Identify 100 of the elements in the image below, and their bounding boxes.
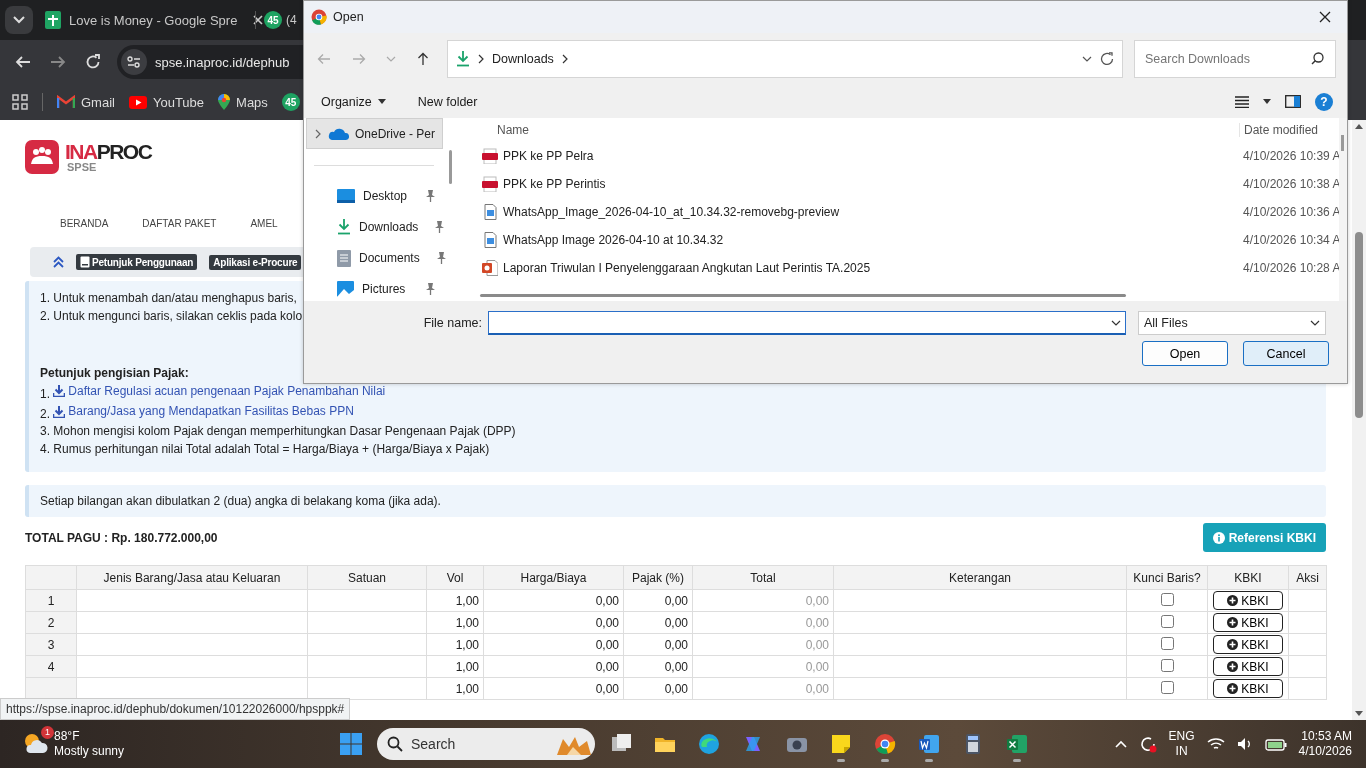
nav-pane-item[interactable]: Desktop (304, 185, 443, 207)
download-link[interactable]: Barang/Jasa yang Mendapatkan Fasilitas Bebas PPN (53, 402, 354, 421)
spreadsheet-icon (1006, 733, 1028, 755)
nav-pane-item[interactable]: Documents (304, 247, 443, 269)
table-cell: 0,00 (483, 633, 624, 656)
chevron-up-icon[interactable] (1114, 740, 1127, 748)
lock-checkbox[interactable] (1160, 592, 1174, 606)
logo-icon (25, 140, 59, 174)
table-cell: 1,00 (426, 633, 484, 656)
speaker-icon[interactable] (1236, 737, 1253, 751)
organize-menu[interactable]: Organize (321, 92, 386, 111)
help-button[interactable]: ? (1315, 92, 1333, 111)
apps-grid-icon[interactable] (12, 94, 28, 110)
language-indicator[interactable]: ENG IN (1168, 729, 1195, 759)
dialog-button[interactable]: Open (1142, 341, 1228, 366)
video-play-icon (128, 95, 147, 109)
reload-icon[interactable] (85, 54, 101, 70)
wifi-icon[interactable] (1206, 737, 1225, 751)
chevron-right-icon (478, 54, 484, 64)
column-header: Harga/Biaya (483, 565, 624, 590)
caret-icon[interactable] (1263, 99, 1271, 104)
tab-list-button[interactable] (5, 6, 33, 34)
instruction-text: 1. Untuk menambah dan/atau menghapus baris, (40, 291, 297, 305)
field-label: File name: (422, 316, 483, 330)
file-name[interactable]: WhatsApp_Image_2026-04-10_at_10.34.32-removebg-preview (503, 205, 840, 219)
site-settings-icon[interactable] (127, 56, 141, 68)
nav-link[interactable]: AMEL (250, 218, 278, 229)
image-file-icon (482, 204, 498, 220)
nav-pane-item[interactable]: Pictures (304, 278, 443, 300)
dialog-button[interactable]: Cancel (1243, 341, 1329, 366)
column-header: Aksi (1288, 565, 1327, 590)
nav-pane-item[interactable]: Downloads (304, 216, 443, 238)
pdf-file-icon (482, 176, 498, 192)
arrow-up-icon[interactable] (1355, 124, 1363, 129)
kbki-button[interactable]: KBKI (1213, 657, 1283, 676)
browser-tab[interactable]: 45 (4 (260, 5, 297, 35)
table-cell: 1,00 (426, 655, 484, 678)
file-name[interactable]: WhatsApp Image 2026-04-10 at 10.34.32 (503, 233, 724, 247)
column-header: Kunci Baris? (1126, 565, 1208, 590)
scrollbar-thumb[interactable] (1355, 232, 1363, 418)
bookmark[interactable]: Gmail (57, 94, 115, 110)
column-header: Vol (426, 565, 484, 590)
kbki-button[interactable]: KBKI (1213, 591, 1283, 610)
lock-checkbox[interactable] (1160, 658, 1174, 672)
chevron-right-icon[interactable] (315, 128, 321, 139)
help-link[interactable]: Petunjuk Penggunaan (76, 254, 198, 270)
new-folder-button[interactable]: New folder (417, 92, 478, 111)
lock-checkbox[interactable] (1160, 636, 1174, 650)
lock-checkbox[interactable] (1160, 614, 1174, 628)
list-view-icon[interactable] (1235, 95, 1249, 108)
nav-link[interactable]: DAFTAR PAKET (142, 218, 217, 229)
presentation-file-icon (482, 260, 498, 276)
refresh-icon[interactable] (1100, 52, 1114, 66)
chevron-down-icon[interactable] (1082, 56, 1092, 62)
file-name[interactable]: PPK ke PP Perintis (503, 177, 606, 191)
taskbar-search[interactable]: Search (377, 728, 595, 760)
preview-pane-icon[interactable] (1285, 95, 1301, 108)
bookmark[interactable]: YouTube (128, 94, 205, 110)
kbki-button[interactable]: KBKI (1213, 613, 1283, 632)
clock[interactable]: 10:53 AM 4/10/2026 (1298, 729, 1352, 759)
bookmark[interactable]: Maps (218, 94, 268, 110)
file-type-dropdown[interactable]: All Files (1138, 311, 1326, 335)
forward-icon[interactable] (50, 54, 66, 70)
lock-checkbox[interactable] (1160, 680, 1174, 694)
map-pin-icon (218, 94, 231, 110)
back-icon[interactable] (15, 54, 31, 70)
file-name[interactable]: Laporan Triwulan I Penyelenggaraan Angkutan Laut Perintis TA.2025 (503, 261, 871, 275)
close-icon[interactable] (253, 15, 264, 25)
column-header: Jenis Barang/Jasa atau Keluaran (76, 565, 308, 590)
browser-tab[interactable]: Love is Money - Google Spre (37, 5, 251, 35)
path-segment[interactable]: Downloads (492, 52, 554, 66)
notification-badge: 1 (41, 725, 54, 739)
table-cell: 0,00 (623, 611, 693, 634)
download-link[interactable]: Daftar Regulasi acuan pengenaan Pajak Penambahan Nilai (53, 382, 386, 400)
plus-icon (1227, 617, 1239, 628)
forward-icon (352, 53, 366, 65)
search-field[interactable]: Search Downloads (1134, 40, 1336, 78)
help-link[interactable]: Aplikasi e-Procure (209, 254, 302, 270)
table-cell: 0,00 (692, 589, 834, 612)
download-icon (53, 405, 66, 418)
notification-badge: 45 (264, 11, 282, 29)
arrow-down-icon[interactable] (1355, 711, 1363, 716)
file-name-field[interactable] (488, 311, 1126, 335)
kbki-button[interactable]: KBKI (1213, 679, 1283, 698)
column-header[interactable]: Name (464, 123, 1239, 137)
document-icon (337, 249, 351, 267)
table-cell: 0,00 (483, 677, 624, 700)
row-number: 2 (25, 611, 77, 634)
kbki-button[interactable]: KBKI (1213, 635, 1283, 654)
table-cell: 0,00 (623, 633, 693, 656)
plus-icon (1227, 683, 1239, 694)
sync-icon[interactable] (1138, 735, 1157, 753)
scrollbar[interactable] (1352, 120, 1366, 720)
nav-pane-item[interactable]: OneDrive - Per (306, 118, 443, 149)
file-name[interactable]: PPK ke PP Pelra (503, 149, 594, 163)
battery-icon[interactable] (1264, 737, 1287, 751)
collapse-icon[interactable] (53, 256, 64, 268)
path-bar[interactable]: Downloads (447, 40, 1123, 78)
nav-link[interactable]: BERANDA (60, 218, 109, 229)
row-number: 1 (25, 589, 77, 612)
